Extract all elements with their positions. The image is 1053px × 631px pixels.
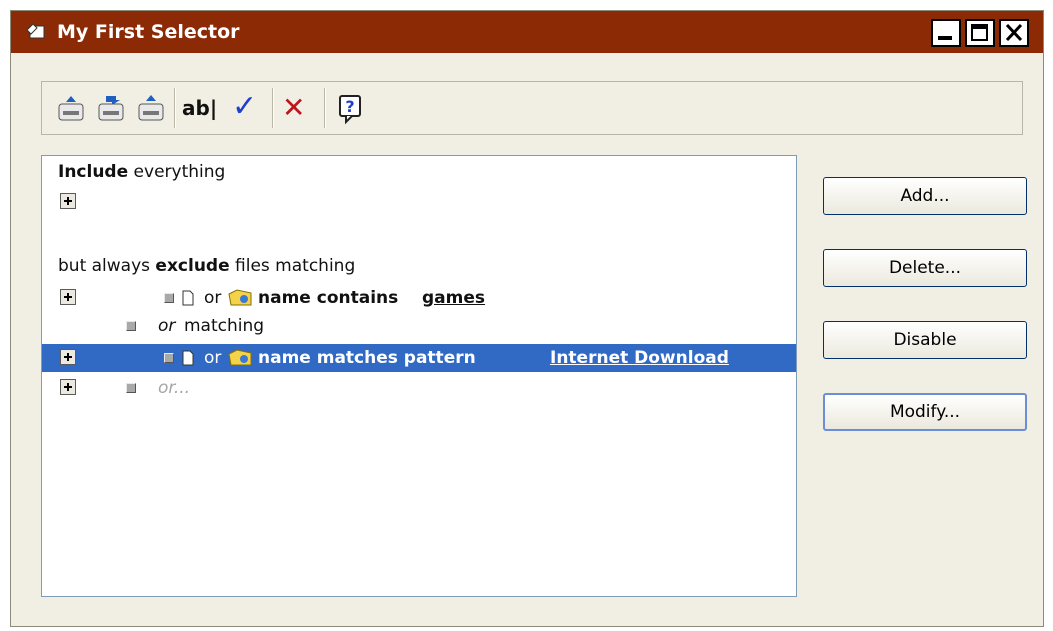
expand-include-button[interactable]	[60, 193, 76, 209]
expand-rule-button[interactable]	[60, 379, 76, 395]
add-or-row[interactable]: or...	[42, 374, 796, 402]
or-placeholder: or...	[158, 378, 191, 398]
or-label: or	[204, 348, 222, 368]
close-button[interactable]	[999, 19, 1029, 47]
toolbar-separator	[272, 88, 274, 128]
or-matching-row: or matching	[42, 312, 796, 340]
folder-icon	[228, 349, 252, 366]
help-icon: ?	[339, 95, 361, 125]
include-row: Include everything	[42, 158, 796, 186]
include-keyword: Include	[58, 162, 129, 182]
toolbar: ab| ✓ ✕ ?	[41, 81, 1023, 135]
rule-condition: name contains	[258, 288, 399, 308]
toolbar-separator	[174, 88, 176, 128]
save-icon	[58, 96, 84, 121]
minimize-icon	[938, 36, 952, 40]
check-button[interactable]: ✓	[232, 90, 266, 126]
folder-icon	[228, 289, 252, 306]
close-icon	[1005, 23, 1023, 42]
rule-toggle[interactable]	[164, 293, 174, 303]
selector-window: My First Selector ab| ✓ ✕ ? Include ever…	[10, 10, 1044, 627]
check-icon: ✓	[232, 89, 258, 124]
minimize-button[interactable]	[931, 19, 961, 47]
exclude-row: but always exclude files matching	[42, 252, 796, 280]
file-icon	[182, 350, 194, 366]
group-toggle[interactable]	[126, 321, 136, 331]
delete-button[interactable]: Delete...	[823, 249, 1027, 287]
include-expand-row	[42, 188, 796, 216]
save-as-icon	[98, 96, 124, 121]
open-icon	[138, 95, 164, 121]
rename-icon: ab|	[182, 96, 218, 120]
rule-toggle[interactable]	[164, 353, 174, 363]
maximize-icon	[971, 24, 988, 41]
disable-button[interactable]: Disable	[823, 321, 1027, 359]
help-button[interactable]: ?	[334, 90, 368, 126]
delete-icon: ✕	[282, 91, 306, 124]
or-label: or	[204, 288, 222, 308]
or-label: or	[158, 316, 176, 336]
exclude-prefix: but always	[58, 256, 151, 276]
toolbar-separator	[324, 88, 326, 128]
rule-row-games[interactable]: or name contains games	[42, 284, 796, 312]
matching-label: matching	[184, 316, 265, 336]
title-bar[interactable]: My First Selector	[11, 11, 1043, 53]
file-icon	[182, 290, 194, 306]
window-title: My First Selector	[57, 21, 240, 43]
include-text: everything	[133, 162, 226, 182]
open-button[interactable]	[134, 90, 168, 126]
rule-value-link[interactable]: Internet Download	[550, 344, 729, 372]
save-as-button[interactable]	[94, 90, 128, 126]
save-button[interactable]	[54, 90, 88, 126]
app-icon	[26, 23, 45, 39]
add-button[interactable]: Add...	[823, 177, 1027, 215]
rule-value-link[interactable]: games	[422, 284, 485, 312]
delete-rule-button[interactable]: ✕	[282, 90, 316, 126]
rule-row-internet-download[interactable]: or name matches pattern Internet Downloa…	[42, 344, 796, 372]
rename-button[interactable]: ab|	[182, 90, 230, 126]
modify-button[interactable]: Modify...	[823, 393, 1027, 431]
expand-rule-button[interactable]	[60, 349, 76, 365]
svg-text:?: ?	[345, 97, 354, 116]
exclude-keyword: exclude	[155, 256, 230, 276]
exclude-suffix: files matching	[235, 256, 356, 276]
maximize-button[interactable]	[965, 19, 995, 47]
expand-rule-button[interactable]	[60, 289, 76, 305]
group-toggle[interactable]	[126, 383, 136, 393]
rule-condition: name matches pattern	[258, 348, 476, 368]
rule-list[interactable]: Include everything but always exclude fi…	[41, 155, 797, 597]
